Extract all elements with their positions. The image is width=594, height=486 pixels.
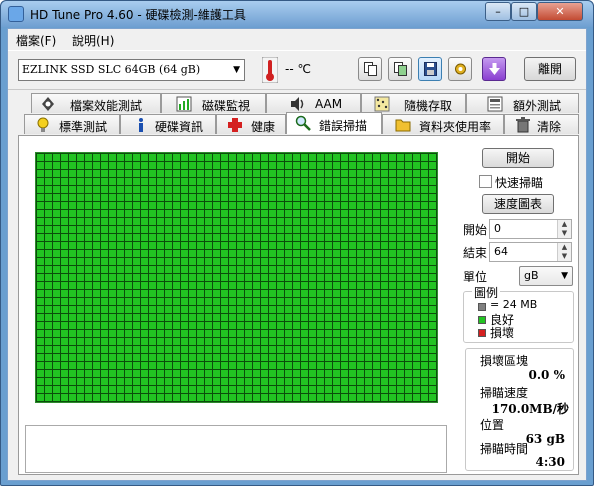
start-label: 開始 bbox=[463, 223, 488, 237]
drive-select-value: EZLINK SSD SLC 64GB (64 gB) bbox=[22, 63, 201, 76]
copy-screenshot-button[interactable] bbox=[388, 57, 412, 81]
app-icon bbox=[8, 6, 24, 22]
minimize-button[interactable]: – bbox=[485, 2, 511, 21]
file-benchmark-icon bbox=[42, 97, 54, 111]
arrow-down-icon bbox=[489, 63, 500, 75]
tab-folder-usage-label: 資料夾使用率 bbox=[419, 120, 492, 134]
tab-error-scan-label: 錯誤掃描 bbox=[319, 119, 368, 133]
speed-map-button[interactable]: 速度圖表 bbox=[482, 194, 554, 214]
scan-time-label: 掃瞄時間 bbox=[480, 442, 529, 456]
app-window: HD Tune Pro 4.60 - 硬碟檢測-維護工具 – □ ✕ 檔案(F)… bbox=[0, 0, 594, 486]
temperature-readout: -- ℃ bbox=[285, 62, 311, 76]
chevron-down-icon: ▼ bbox=[561, 271, 568, 281]
download-button[interactable] bbox=[482, 57, 506, 81]
tab-benchmark-label: 標準測試 bbox=[59, 120, 108, 134]
position-label: 位置 bbox=[480, 418, 505, 432]
scan-speed-label: 掃瞄速度 bbox=[480, 386, 529, 400]
menu-bar: 檔案(F) 說明(H) bbox=[8, 29, 586, 49]
scan-speed-value: 170.0MB/秒 bbox=[491, 402, 569, 416]
tab-random-access[interactable]: 隨機存取 bbox=[361, 93, 466, 113]
unit-select-value: gB bbox=[524, 269, 539, 282]
end-position-spinner[interactable]: 64 ▲ ▼ bbox=[489, 242, 572, 262]
position-value: 63 gB bbox=[525, 432, 565, 446]
quick-scan-label: 快速掃瞄 bbox=[495, 176, 544, 190]
close-button[interactable]: ✕ bbox=[537, 2, 583, 21]
log-box[interactable] bbox=[25, 425, 447, 473]
gear-icon bbox=[455, 63, 466, 75]
tab-extra-tests-label: 額外測試 bbox=[513, 99, 562, 113]
trash-icon bbox=[516, 117, 530, 133]
extra-tests-icon bbox=[487, 96, 503, 112]
tab-file-benchmark-label: 檔案效能測試 bbox=[70, 99, 143, 113]
damaged-blocks-label: 損壞區塊 bbox=[480, 354, 529, 368]
quick-scan-checkbox[interactable] bbox=[479, 175, 492, 188]
lightbulb-icon bbox=[37, 117, 49, 132]
start-scan-button[interactable]: 開始 bbox=[482, 148, 554, 168]
client-area: 檔案(F) 說明(H) EZLINK SSD SLC 64GB (64 gB) … bbox=[7, 28, 587, 481]
unit-select[interactable]: gB ▼ bbox=[519, 266, 573, 286]
tab-extra-tests[interactable]: 額外測試 bbox=[466, 93, 579, 113]
save-button[interactable] bbox=[418, 57, 442, 81]
tab-random-access-label: 隨機存取 bbox=[404, 99, 453, 113]
copy-info-button[interactable] bbox=[358, 57, 382, 81]
toolbar: EZLINK SSD SLC 64GB (64 gB) ▼ -- ℃ 離開 bbox=[8, 50, 586, 90]
tab-folder-usage[interactable]: 資料夾使用率 bbox=[382, 114, 504, 134]
drive-select[interactable]: EZLINK SSD SLC 64GB (64 gB) ▼ bbox=[18, 59, 245, 81]
legend-swatch-good bbox=[478, 316, 486, 324]
info-icon bbox=[139, 118, 143, 132]
random-access-icon bbox=[374, 96, 390, 112]
speaker-icon bbox=[291, 97, 304, 111]
exit-button[interactable]: 離開 bbox=[524, 57, 576, 81]
floppy-disk-icon bbox=[424, 62, 437, 76]
maximize-button[interactable]: □ bbox=[511, 2, 537, 21]
tab-benchmark[interactable]: 標準測試 bbox=[24, 114, 120, 134]
menu-help[interactable]: 說明(H) bbox=[72, 32, 114, 49]
tab-disk-monitor[interactable]: 磁碟監視 bbox=[161, 93, 266, 113]
unit-label: 單位 bbox=[463, 270, 488, 284]
copy-icon bbox=[364, 62, 377, 76]
legend-block-size: = 24 MB bbox=[490, 298, 538, 311]
thermometer-icon bbox=[262, 57, 278, 83]
scan-time-value: 4:30 bbox=[535, 455, 565, 469]
spinner-arrows-icon[interactable]: ▲ ▼ bbox=[557, 220, 571, 238]
scan-stats: 損壞區塊 0.0 % 掃瞄速度 170.0MB/秒 位置 63 gB 掃瞄時間 … bbox=[465, 348, 574, 471]
health-cross-icon bbox=[228, 118, 242, 132]
tab-info-label: 硬碟資訊 bbox=[155, 120, 204, 134]
tab-error-scan[interactable]: 錯誤掃描 bbox=[286, 112, 382, 134]
window-title: HD Tune Pro 4.60 - 硬碟檢測-維護工具 bbox=[30, 8, 246, 22]
block-map bbox=[35, 152, 438, 403]
spinner-arrows-icon[interactable]: ▲ ▼ bbox=[557, 243, 571, 261]
tab-file-benchmark[interactable]: 檔案效能測試 bbox=[31, 93, 161, 113]
start-position-spinner[interactable]: 0 ▲ ▼ bbox=[489, 219, 572, 239]
folder-icon bbox=[395, 119, 411, 132]
options-button[interactable] bbox=[448, 57, 472, 81]
legend-swatch-damaged bbox=[478, 329, 486, 337]
title-bar[interactable]: HD Tune Pro 4.60 - 硬碟檢測-維護工具 – □ ✕ bbox=[1, 1, 593, 27]
copy-image-icon bbox=[394, 62, 407, 76]
tab-aam-label: AAM bbox=[315, 97, 343, 111]
legend-swatch-block bbox=[478, 303, 486, 311]
disk-monitor-icon bbox=[176, 96, 192, 112]
tab-info[interactable]: 硬碟資訊 bbox=[120, 114, 216, 134]
tab-health-label: 健康 bbox=[251, 120, 276, 134]
tab-erase-label: 清除 bbox=[537, 120, 562, 134]
legend-box: 圖例 = 24 MB 良好 損壞 bbox=[463, 284, 574, 343]
legend-damaged-label: 損壞 bbox=[490, 326, 515, 340]
error-scan-panel: 開始 快速掃瞄 速度圖表 開始 0 ▲ ▼ 結束 64 ▲ ▼ 單位 gB ▼ 圖例 bbox=[18, 135, 579, 475]
start-position-value: 0 bbox=[494, 222, 501, 235]
tab-disk-monitor-label: 磁碟監視 bbox=[202, 99, 251, 113]
end-label: 結束 bbox=[463, 246, 488, 260]
menu-file[interactable]: 檔案(F) bbox=[16, 32, 56, 49]
chevron-down-icon: ▼ bbox=[233, 65, 240, 75]
tab-aam[interactable]: AAM bbox=[266, 93, 361, 113]
end-position-value: 64 bbox=[494, 245, 508, 258]
tab-erase[interactable]: 清除 bbox=[504, 114, 579, 134]
tab-health[interactable]: 健康 bbox=[216, 114, 286, 134]
damaged-blocks-value: 0.0 % bbox=[528, 368, 565, 382]
magnifier-icon bbox=[295, 115, 311, 131]
